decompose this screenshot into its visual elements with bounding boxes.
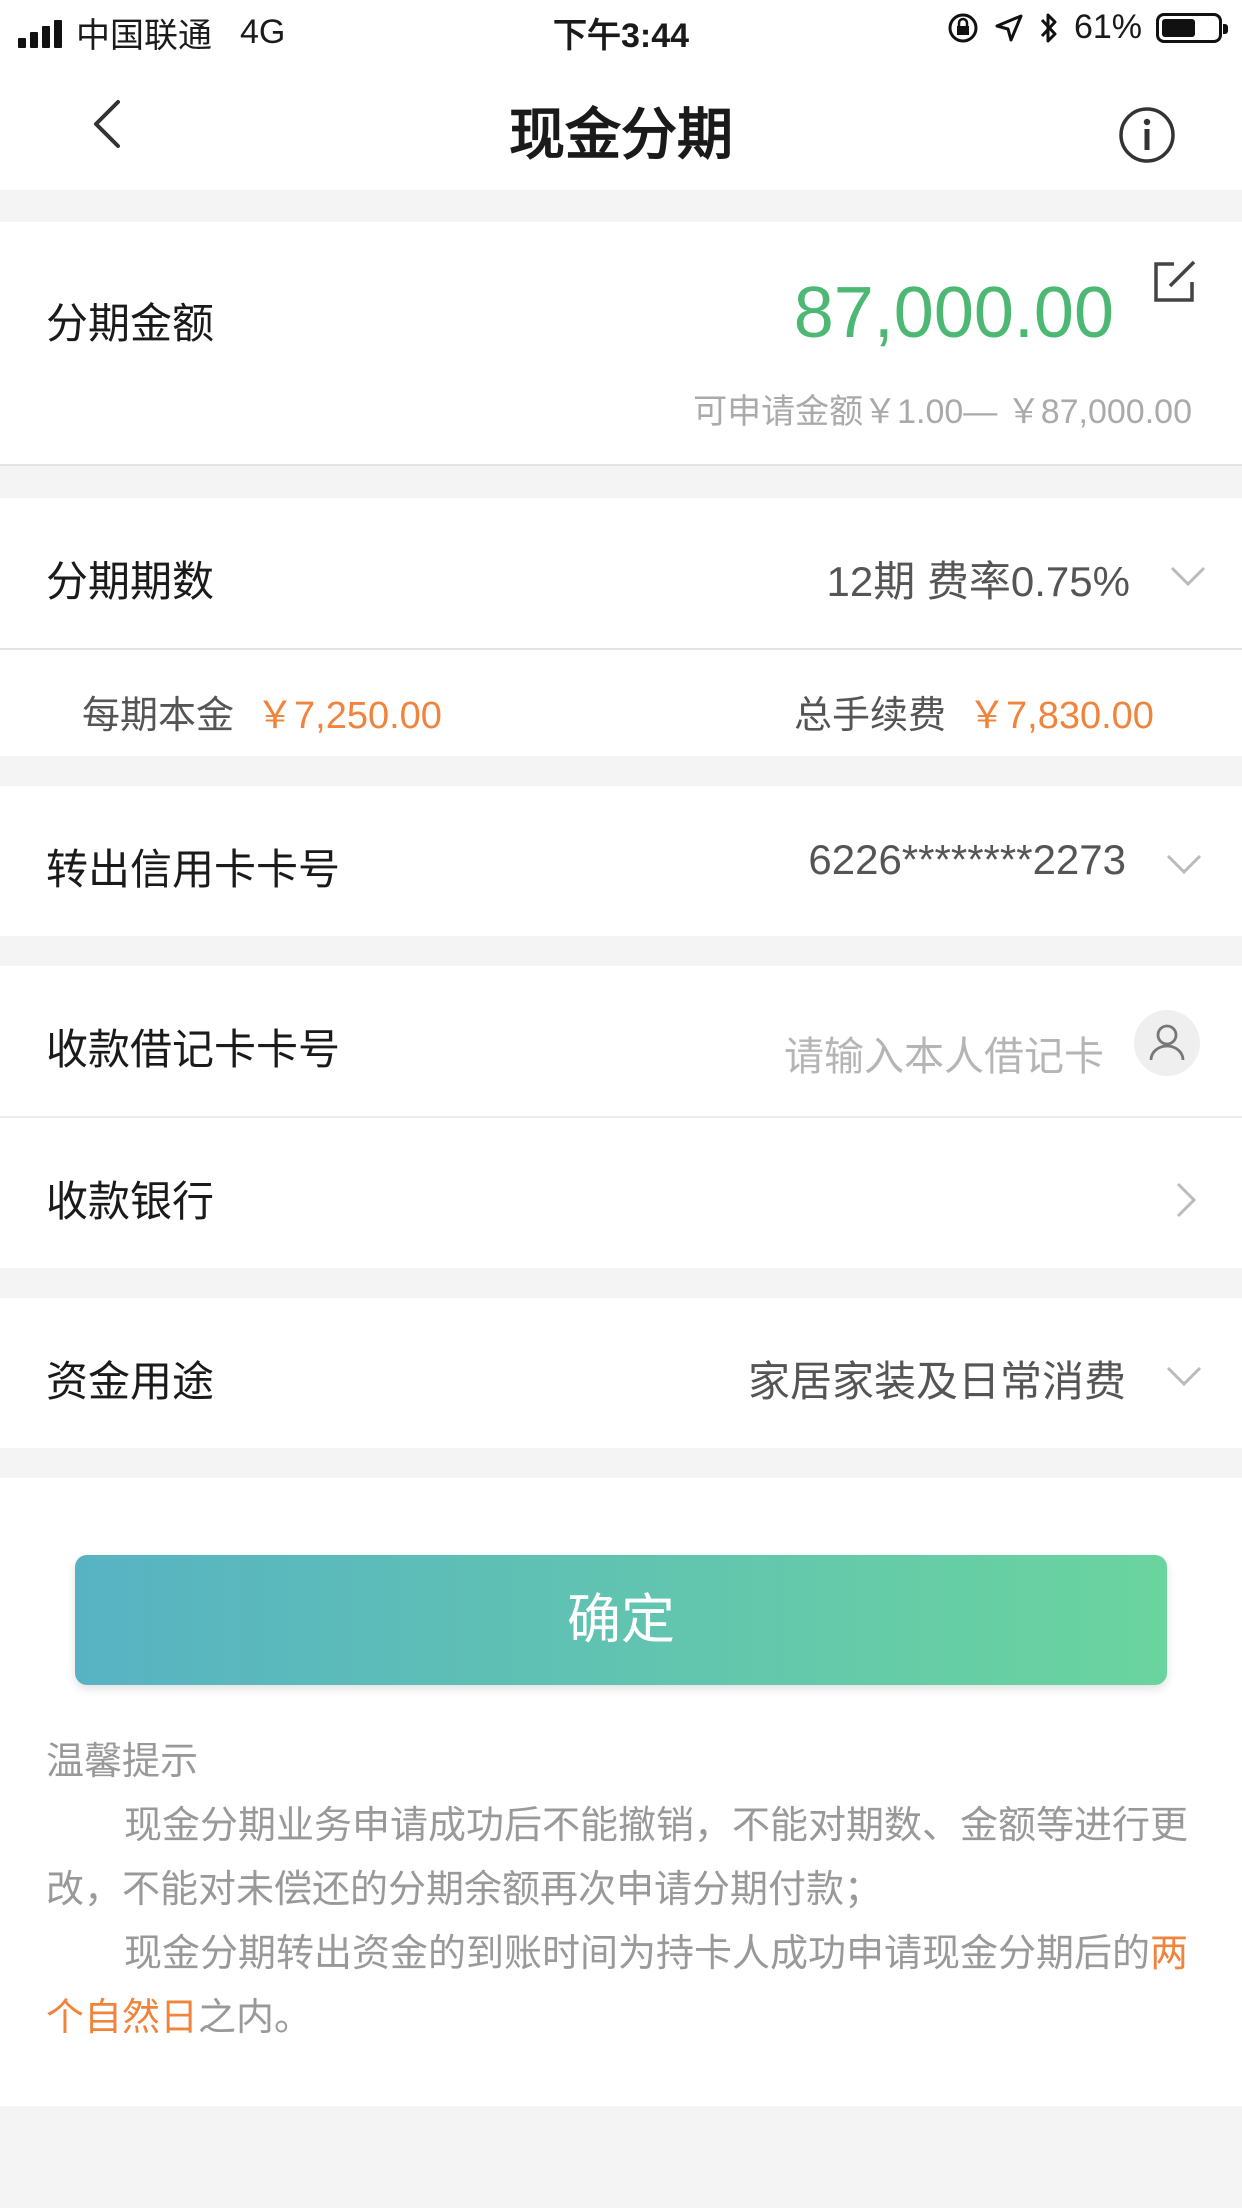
principal-value: ￥7,250.00 [256,695,442,737]
term-value[interactable]: 12期 费率0.75% [827,548,1130,609]
page-title: 现金分期 [509,103,733,166]
fee-label: 总手续费 [794,695,947,737]
notice-line1: 现金分期业务申请成功后不能撤销，不能对期数、金额等进行更改，不能对未偿还的分期余… [46,1805,1189,1911]
debit-card-label: 收款借记卡卡号 [46,1026,341,1073]
credit-card-label: 转出信用卡卡号 [46,846,341,893]
debit-card-input[interactable]: 请输入本人借记卡 [784,1024,1104,1082]
chevron-right-icon[interactable] [1174,1180,1200,1220]
chevron-down-icon[interactable] [1164,1364,1204,1390]
notice-line2-prefix: 现金分期转出资金的到账时间为持卡人成功申请现金分期后的 [124,1933,1151,1975]
status-bar: 中国联通 4G 下午3:44 61% [0,0,1242,60]
info-icon[interactable] [1118,106,1176,164]
fee-value: ￥7,830.00 [968,695,1154,737]
amount-range: 可申请金额￥1.00— ￥87,000.00 [693,393,1192,431]
amount-label: 分期金额 [46,300,215,347]
principal-label: 每期本金 [82,695,235,737]
amount-value[interactable]: 87,000.00 [794,272,1114,354]
divider [0,464,1242,466]
purpose-label: 资金用途 [46,1358,215,1405]
credit-card-value[interactable]: 6226********2273 [808,836,1126,884]
bank-label[interactable]: 收款银行 [46,1168,214,1229]
notice-line2-suffix: 之内。 [198,1997,313,2039]
notice-line2: 现金分期转出资金的到账时间为持卡人成功申请现金分期后的两个自然日之内。 [46,1922,1196,2050]
purpose-value[interactable]: 家居家装及日常消费 [748,1348,1126,1409]
battery-percent: 61% [1073,8,1142,46]
location-icon [995,14,1023,41]
bluetooth-icon [1040,13,1057,42]
divider [0,1116,1242,1118]
battery-icon [1156,12,1228,43]
term-label: 分期期数 [46,558,215,605]
status-right: 61% [946,8,1228,47]
chevron-down-icon[interactable] [1164,852,1204,878]
notice: 温馨提示 现金分期业务申请成功后不能撤销，不能对期数、金额等进行更改，不能对未偿… [46,1730,1196,2050]
chevron-down-icon[interactable] [1168,564,1208,590]
user-icon[interactable] [1134,1010,1200,1076]
rotation-lock-icon [948,13,978,42]
nav-bar: 现金分期 [0,60,1242,190]
confirm-button[interactable]: 确定 [75,1555,1167,1685]
notice-title: 温馨提示 [46,1741,199,1783]
edit-icon[interactable] [1150,258,1198,306]
